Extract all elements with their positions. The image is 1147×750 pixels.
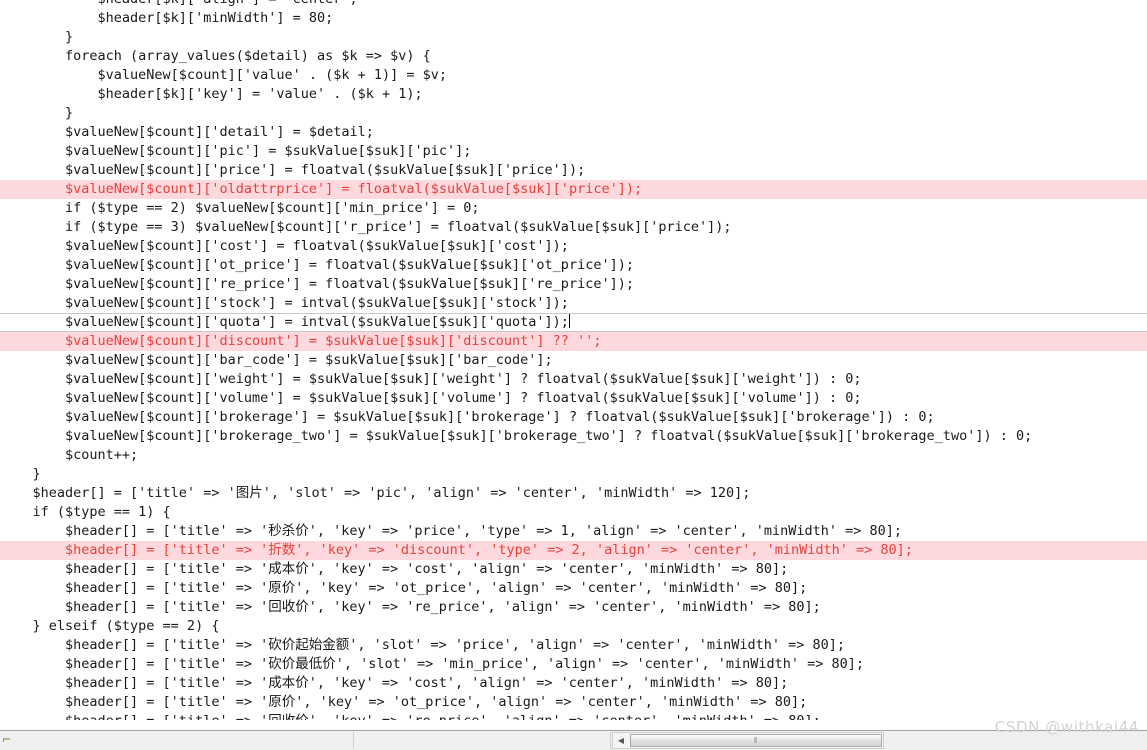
code-line-text: $valueNew[$count]['quota'] = intval($suk… [0,314,569,330]
code-line[interactable]: $valueNew[$count]['value' . ($k + 1)] = … [0,66,1147,85]
code-line[interactable]: if ($type == 1) { [0,503,1147,522]
code-line[interactable]: $valueNew[$count]['detail'] = $detail; [0,123,1147,142]
code-line[interactable]: $valueNew[$count]['re_price'] = floatval… [0,275,1147,294]
code-line-text: $valueNew[$count]['stock'] = intval($suk… [0,295,569,311]
code-line[interactable]: $header[$k]['align'] = 'center'; [0,0,1147,9]
code-line[interactable]: $valueNew[$count]['brokerage'] = $sukVal… [0,408,1147,427]
code-line[interactable]: $header[] = ['title' => '原价', 'key' => '… [0,579,1147,598]
code-line-text: if ($type == 1) { [0,504,171,520]
code-line-text: $header[$k]['minWidth'] = 80; [0,10,334,26]
code-line[interactable]: $header[] = ['title' => '砍价起始金额', 'slot'… [0,636,1147,655]
code-line[interactable]: $header[] = ['title' => '秒杀价', 'key' => … [0,522,1147,541]
code-line-text: $header[] = ['title' => '原价', 'key' => '… [0,694,808,710]
code-line[interactable]: } [0,28,1147,47]
code-line-text: } elseif ($type == 2) { [0,618,220,634]
editor-text-area[interactable]: $header[$k]['align'] = 'center'; $header… [0,0,1147,720]
code-line-text: $header[] = ['title' => '回收价', 'key' => … [0,599,821,615]
bottom-left-track: ⌐ [0,731,611,750]
code-line[interactable]: foreach (array_values($detail) as $k => … [0,47,1147,66]
code-line[interactable]: } [0,465,1147,484]
code-line-text: $valueNew[$count]['brokerage'] = $sukVal… [0,409,935,425]
code-line[interactable]: $count++; [0,446,1147,465]
scroll-left-arrow-icon[interactable]: ◀ [613,733,629,748]
text-caret [568,314,570,328]
code-line-text: $valueNew[$count]['pic'] = $sukValue[$su… [0,143,472,159]
code-line[interactable]: $valueNew[$count]['oldattrprice'] = floa… [0,180,1147,199]
code-line[interactable]: $header[$k]['key'] = 'value' . ($k + 1); [0,85,1147,104]
code-line-text: if ($type == 3) $valueNew[$count]['r_pri… [0,219,732,235]
code-line-text: $valueNew[$count]['discount'] = $sukValu… [0,333,602,349]
csdn-watermark: CSDN @withkai44 [994,718,1139,736]
code-line[interactable]: if ($type == 3) $valueNew[$count]['r_pri… [0,218,1147,237]
code-line-text: $valueNew[$count]['cost'] = floatval($su… [0,238,569,254]
code-line[interactable]: $header[] = ['title' => '回收价', 'key' => … [0,598,1147,617]
code-line[interactable]: $valueNew[$count]['weight'] = $sukValue[… [0,370,1147,389]
horizontal-scrollbar[interactable]: ◀ ⦀ [612,732,884,749]
code-line-text: $valueNew[$count]['detail'] = $detail; [0,124,374,140]
code-line-text: $header[] = ['title' => '折数', 'key' => '… [0,542,913,558]
code-line[interactable]: $valueNew[$count]['bar_code'] = $sukValu… [0,351,1147,370]
code-line-text: if ($type == 2) $valueNew[$count]['min_p… [0,200,480,216]
code-line-text: } [0,105,74,121]
bottom-bar-divider-1 [353,732,354,749]
code-line-text: $header[] = ['title' => '成本价', 'key' => … [0,675,789,691]
code-line-text: $valueNew[$count]['brokerage_two'] = $su… [0,428,1033,444]
code-line[interactable]: } [0,104,1147,123]
code-line-text: $header[] = ['title' => '砍价最低价', 'slot' … [0,656,865,672]
code-line-text: $header[] = ['title' => '图片', 'slot' => … [0,485,751,501]
editor-bottom-bar: ⌐ ◀ ⦀ [0,730,1147,750]
code-line-text: $valueNew[$count]['value' . ($k + 1)] = … [0,67,448,83]
code-line-text: $header[] = ['title' => '砍价起始金额', 'slot'… [0,637,846,653]
code-line-text: $header[] = ['title' => '回收价', 'key' => … [0,712,821,720]
code-editor-window: $header[$k]['align'] = 'center'; $header… [0,0,1147,750]
code-line[interactable]: $header[] = ['title' => '成本价', 'key' => … [0,560,1147,579]
code-line-text: $header[] = ['title' => '成本价', 'key' => … [0,561,789,577]
code-line-text: $header[$k]['align'] = 'center'; [0,0,358,9]
code-line-text: $header[] = ['title' => '原价', 'key' => '… [0,580,808,596]
code-line[interactable]: $valueNew[$count]['volume'] = $sukValue[… [0,389,1147,408]
code-line-text: } [0,29,74,45]
code-line[interactable]: $valueNew[$count]['pic'] = $sukValue[$su… [0,142,1147,161]
code-line[interactable]: $header[$k]['minWidth'] = 80; [0,9,1147,28]
code-line-text: $valueNew[$count]['re_price'] = floatval… [0,276,634,292]
code-line-text: $header[$k]['key'] = 'value' . ($k + 1); [0,86,423,102]
code-line[interactable]: if ($type == 2) $valueNew[$count]['min_p… [0,199,1147,218]
code-line[interactable]: $header[] = ['title' => '砍价最低价', 'slot' … [0,655,1147,674]
code-line-text: $header[] = ['title' => '秒杀价', 'key' => … [0,523,903,539]
code-line[interactable]: $valueNew[$count]['ot_price'] = floatval… [0,256,1147,275]
code-line[interactable]: $header[] = ['title' => '回收价', 'key' => … [0,712,1147,720]
code-line-text: $valueNew[$count]['price'] = floatval($s… [0,162,586,178]
code-line-text: $valueNew[$count]['bar_code'] = $sukValu… [0,352,553,368]
corner-marker-icon: ⌐ [2,733,12,746]
code-line[interactable]: $header[] = ['title' => '图片', 'slot' => … [0,484,1147,503]
code-line-text: foreach (array_values($detail) as $k => … [0,48,431,64]
code-line-text: $valueNew[$count]['ot_price'] = floatval… [0,257,634,273]
code-line[interactable]: $valueNew[$count]['cost'] = floatval($su… [0,237,1147,256]
code-line-text: } [0,466,41,482]
code-line-text: $valueNew[$count]['volume'] = $sukValue[… [0,390,862,406]
code-line[interactable]: $header[] = ['title' => '原价', 'key' => '… [0,693,1147,712]
code-line[interactable]: $valueNew[$count]['brokerage_two'] = $su… [0,427,1147,446]
code-line[interactable]: $valueNew[$count]['price'] = floatval($s… [0,161,1147,180]
code-line[interactable]: } elseif ($type == 2) { [0,617,1147,636]
code-line[interactable]: $valueNew[$count]['stock'] = intval($suk… [0,294,1147,313]
code-line[interactable]: $header[] = ['title' => '成本价', 'key' => … [0,674,1147,693]
code-line[interactable]: $header[] = ['title' => '折数', 'key' => '… [0,541,1147,560]
bottom-bar-divider-2 [610,732,611,749]
code-line-text: $count++; [0,447,139,463]
code-line[interactable]: $valueNew[$count]['discount'] = $sukValu… [0,332,1147,351]
code-line-text: $valueNew[$count]['oldattrprice'] = floa… [0,181,643,197]
scrollbar-grip-icon: ⦀ [753,735,759,745]
code-line-text: $valueNew[$count]['weight'] = $sukValue[… [0,371,862,387]
horizontal-scrollbar-thumb[interactable]: ⦀ [630,734,882,747]
code-line[interactable]: $valueNew[$count]['quota'] = intval($suk… [0,313,1147,332]
